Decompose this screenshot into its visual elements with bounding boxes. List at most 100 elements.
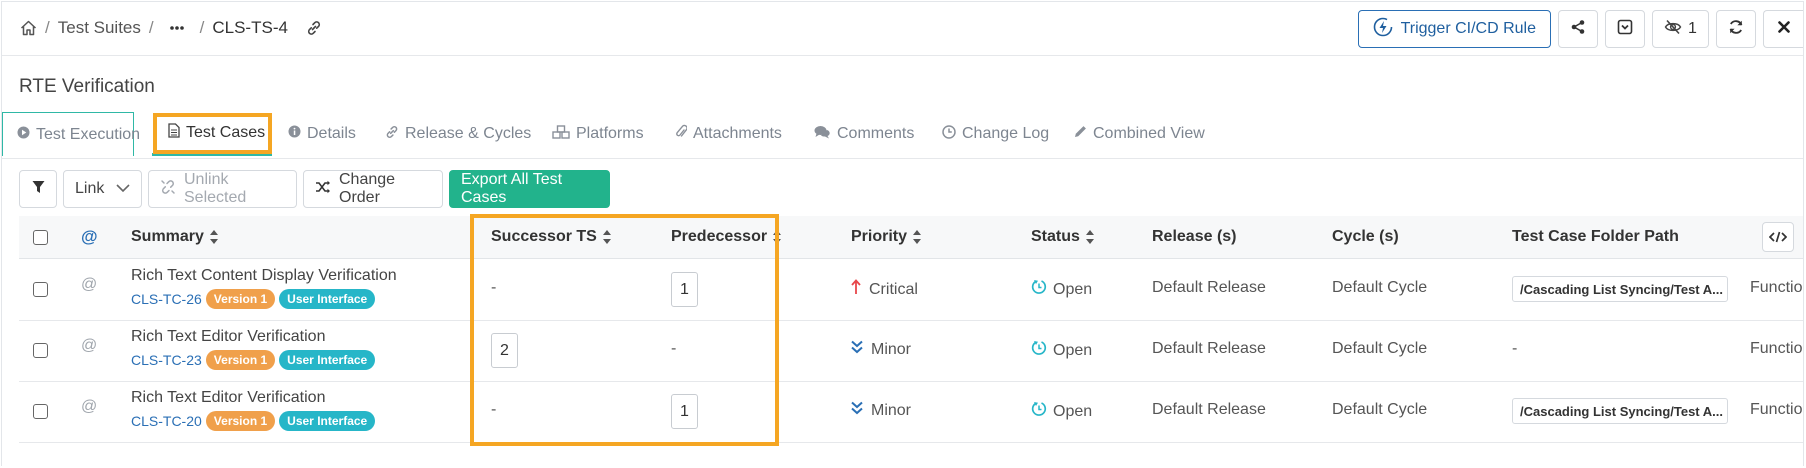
tab-test-execution[interactable]: Test Execution xyxy=(2,112,140,156)
tab-attachments[interactable]: Attachments xyxy=(675,112,782,156)
close-button[interactable] xyxy=(1763,10,1803,48)
at-icon[interactable]: @ xyxy=(81,337,97,355)
version-badge: Version 1 xyxy=(205,289,276,309)
row-checkbox[interactable] xyxy=(33,282,48,297)
sort-icon xyxy=(209,230,219,244)
export-all-button[interactable]: Export All Test Cases xyxy=(449,170,610,208)
status-open-icon xyxy=(1031,279,1047,300)
cycle-value: Default Cycle xyxy=(1332,401,1428,418)
release-value: Default Release xyxy=(1152,401,1266,418)
test-case-key[interactable]: CLS-TC-23 xyxy=(131,352,202,368)
tab-bar: Test Execution Test Cases Details Releas… xyxy=(2,112,1803,159)
change-order-button[interactable]: Change Order xyxy=(303,170,443,208)
folder-path-box[interactable]: /Cascading List Syncing/Test A... xyxy=(1512,398,1728,424)
tab-label: Test Cases xyxy=(186,123,266,141)
link-dropdown[interactable]: Link xyxy=(63,170,142,208)
tag-badge: User Interface xyxy=(279,350,376,370)
tab-combined-view[interactable]: Combined View xyxy=(1074,112,1205,156)
successor-value: - xyxy=(491,401,497,418)
change-order-label: Change Order xyxy=(339,171,396,206)
breadcrumb-more-icon[interactable] xyxy=(169,26,184,30)
column-status[interactable]: Status xyxy=(1031,216,1095,258)
table-row[interactable]: @ Rich Text Content Display Verification… xyxy=(19,259,1803,321)
summary-text[interactable]: Rich Text Editor Verification xyxy=(131,328,375,346)
checkbox[interactable] xyxy=(33,229,48,245)
folder-path-value: - xyxy=(1512,340,1518,357)
predecessor-count[interactable]: 1 xyxy=(671,394,698,429)
status-cell: Open xyxy=(1031,340,1092,361)
tab-platforms[interactable]: Platforms xyxy=(552,112,644,156)
at-icon[interactable]: @ xyxy=(81,276,97,294)
breadcrumb-separator: / xyxy=(45,18,50,37)
share-icon xyxy=(1570,19,1586,40)
filter-icon xyxy=(32,180,45,199)
summary-text[interactable]: Rich Text Editor Verification xyxy=(131,389,375,407)
tab-details[interactable]: Details xyxy=(288,112,356,156)
tag-badge: User Interface xyxy=(279,289,376,309)
checkbox[interactable] xyxy=(33,282,48,297)
unlink-selected-label: Unlink Selected xyxy=(184,171,247,206)
home-icon[interactable] xyxy=(20,20,37,36)
table-row[interactable]: @ Rich Text Editor Verification CLS-TC-2… xyxy=(19,320,1803,382)
tab-release-cycles[interactable]: Release & Cycles xyxy=(385,112,531,156)
release-value: Default Release xyxy=(1152,340,1266,357)
at-icon[interactable]: @ xyxy=(81,398,97,416)
archive-icon xyxy=(1617,19,1633,40)
version-badge: Version 1 xyxy=(205,411,276,431)
tab-label: Combined View xyxy=(1093,125,1205,142)
archive-button[interactable] xyxy=(1605,10,1645,48)
top-bar: / Test Suites / / CLS-TS-4 Trigger CI/CD… xyxy=(2,2,1803,56)
successor-count[interactable]: 2 xyxy=(491,333,518,368)
release-value: Default Release xyxy=(1152,279,1266,296)
copy-link-icon[interactable] xyxy=(306,20,322,36)
priority-text: Critical xyxy=(869,280,918,298)
app-frame: / Test Suites / / CLS-TS-4 Trigger CI/CD… xyxy=(1,1,1804,466)
refresh-button[interactable] xyxy=(1716,10,1756,48)
link-icon xyxy=(385,125,399,144)
successor-value: - xyxy=(491,279,497,296)
unlink-selected-button[interactable]: Unlink Selected xyxy=(148,170,297,208)
column-toggle-button[interactable] xyxy=(1762,221,1794,253)
status-cell: Open xyxy=(1031,401,1092,422)
version-badge: Version 1 xyxy=(205,350,276,370)
test-case-key[interactable]: CLS-TC-20 xyxy=(131,413,202,429)
column-priority[interactable]: Priority xyxy=(851,216,922,258)
watch-button[interactable]: 1 xyxy=(1652,10,1709,48)
table-toolbar: Link Unlink Selected Change Order Export… xyxy=(19,170,610,208)
close-icon xyxy=(1777,20,1791,39)
sort-icon xyxy=(1085,230,1095,244)
double-chevron-down-icon xyxy=(851,401,863,420)
cubes-icon xyxy=(552,124,570,144)
summary-cell: Rich Text Editor Verification CLS-TC-20 … xyxy=(131,389,376,431)
checkbox[interactable] xyxy=(33,343,48,358)
trigger-cicd-label: Trigger CI/CD Rule xyxy=(1400,20,1536,37)
checkbox[interactable] xyxy=(33,404,48,419)
trigger-cicd-button[interactable]: Trigger CI/CD Rule xyxy=(1357,10,1551,48)
tab-change-log[interactable]: Change Log xyxy=(942,112,1049,156)
predecessor-count[interactable]: 1 xyxy=(671,272,698,307)
column-predecessor[interactable]: Predecessor xyxy=(671,216,782,258)
table-row[interactable]: @ Rich Text Editor Verification CLS-TC-2… xyxy=(19,381,1803,443)
arrow-up-icon xyxy=(851,279,861,300)
test-case-key[interactable]: CLS-TC-26 xyxy=(131,291,202,307)
tag-badge: User Interface xyxy=(279,411,376,431)
tab-comments[interactable]: Comments xyxy=(814,112,914,156)
breadcrumb-separator: / xyxy=(148,18,154,37)
tab-label: Release & Cycles xyxy=(405,125,532,142)
select-all-checkbox[interactable] xyxy=(33,216,48,258)
summary-text[interactable]: Rich Text Content Display Verification xyxy=(131,267,397,285)
breadcrumb-test-suites[interactable]: Test Suites xyxy=(58,18,141,38)
folder-path-box[interactable]: /Cascading List Syncing/Test A... xyxy=(1512,276,1728,302)
priority-text: Minor xyxy=(871,340,912,358)
clock-icon xyxy=(942,124,956,144)
column-folder-path: Test Case Folder Path xyxy=(1512,228,1679,245)
share-button[interactable] xyxy=(1558,10,1598,48)
column-successor[interactable]: Successor TS xyxy=(491,216,612,258)
row-checkbox[interactable] xyxy=(33,343,48,358)
tab-test-cases[interactable]: Test Cases xyxy=(152,112,272,156)
column-summary[interactable]: Summary xyxy=(131,216,219,258)
column-label: Summary xyxy=(131,228,204,245)
tab-label: Comments xyxy=(837,125,915,142)
filter-button[interactable] xyxy=(19,170,57,208)
row-checkbox[interactable] xyxy=(33,404,48,419)
